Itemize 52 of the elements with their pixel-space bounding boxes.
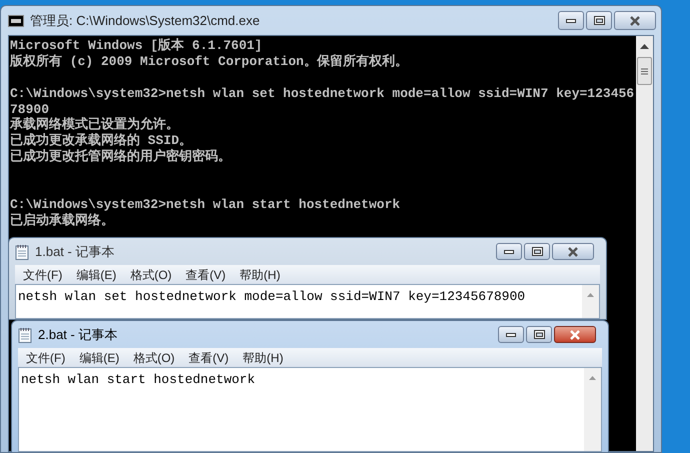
window-title: 管理员: C:\Windows\System32\cmd.exe (30, 12, 260, 30)
maximize-button[interactable] (524, 243, 550, 260)
close-button[interactable] (614, 11, 656, 30)
console-line: 承载网络模式已设置为允许。 (10, 117, 180, 133)
console-line: C:\Windows\system32>netsh wlan start hostednetwork (10, 196, 402, 212)
minimize-button[interactable] (498, 326, 524, 343)
minimize-icon (566, 18, 576, 22)
editor-text: netsh wlan start hostednetwork (20, 371, 256, 388)
console-line: 已成功更改托管网络的用户密钥密码。 (10, 149, 232, 166)
console-line: C:\Windows\system32>netsh wlan set hostednetwork mode=allow ssid=WIN7 key=123456 (10, 86, 636, 102)
menu-item[interactable]: 文件(F) (17, 266, 68, 284)
menu-item[interactable]: 格式(O) (127, 348, 181, 366)
close-button[interactable] (552, 243, 594, 260)
menu-item[interactable]: 查看(V) (182, 348, 235, 366)
close-icon (569, 330, 581, 340)
maximize-icon (594, 16, 604, 25)
close-button[interactable] (554, 326, 596, 343)
text-editor[interactable]: netsh wlan set hostednetwork mode=allow ssid=WIN7 key=12345678900 (15, 284, 600, 319)
menu-item[interactable]: 格式(O) (124, 266, 178, 284)
window-title: 1.bat - 记事本 (35, 242, 114, 261)
scrollbar[interactable] (584, 368, 601, 451)
console-line: 版权所有 (c) 2009 Microsoft Corporation。保留所有权利。 (10, 54, 409, 70)
menu-item[interactable]: 查看(V) (180, 266, 232, 284)
console-icon (8, 14, 24, 26)
maximize-icon (534, 330, 544, 339)
close-icon (629, 16, 641, 26)
scrollbar[interactable] (636, 36, 653, 451)
scroll-up-arrow-icon[interactable] (640, 44, 649, 49)
scrollbar-thumb[interactable] (637, 57, 652, 85)
minimize-button[interactable] (496, 243, 522, 260)
maximize-button[interactable] (586, 11, 612, 30)
window-title: 2.bat - 记事本 (38, 326, 118, 344)
console-line: 78900 (10, 102, 50, 117)
menu-item[interactable]: 编辑(E) (73, 348, 126, 366)
notepad-icon (15, 244, 29, 260)
menu-item[interactable]: 帮助(H) (234, 266, 286, 284)
maximize-icon (532, 247, 542, 256)
minimize-icon (506, 332, 516, 336)
minimize-icon (504, 250, 514, 254)
menu-item[interactable]: 帮助(H) (236, 348, 290, 366)
maximize-button[interactable] (526, 326, 552, 343)
notepad-icon (18, 326, 32, 342)
editor-text: netsh wlan set hostednetwork mode=allow ssid=WIN7 key=12345678900 (17, 288, 526, 305)
scrollbar[interactable] (582, 285, 599, 318)
console-line: Microsoft Windows [版本 6.1.7601] (10, 38, 264, 54)
menu-item[interactable]: 文件(F) (20, 348, 72, 366)
menu-item[interactable]: 编辑(E) (70, 266, 122, 284)
console-line: 已启动承载网络。 (10, 212, 115, 229)
minimize-button[interactable] (558, 11, 584, 30)
console-line: 已成功更改承载网络的 SSID。 (10, 133, 194, 148)
text-editor[interactable]: netsh wlan start hostednetwork (18, 367, 602, 452)
close-icon (567, 246, 579, 256)
